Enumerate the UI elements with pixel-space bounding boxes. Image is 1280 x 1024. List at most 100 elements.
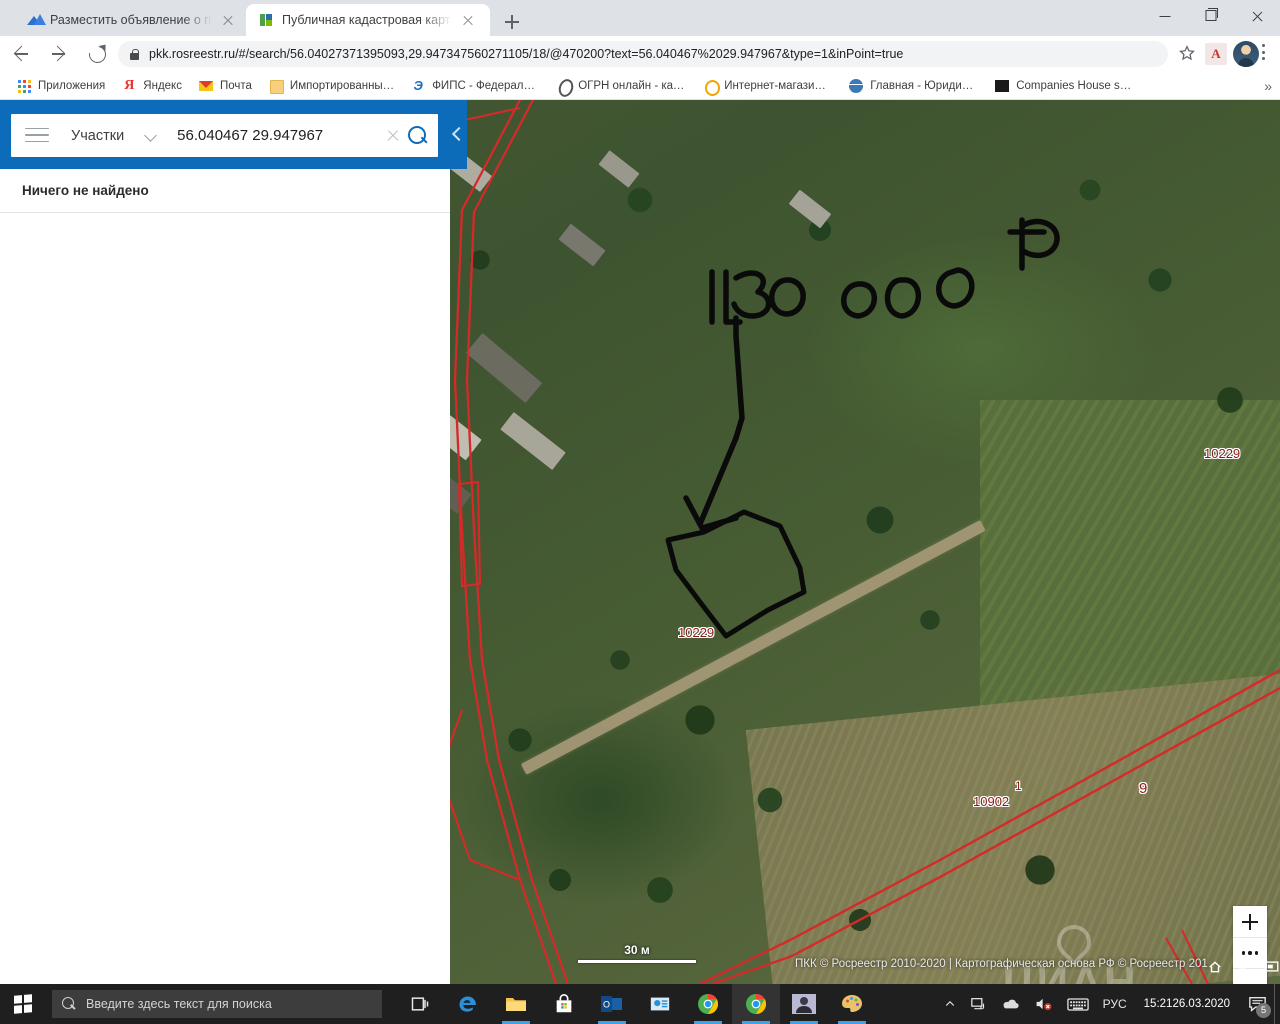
- window-controls: [1142, 0, 1280, 32]
- task-view-button[interactable]: [396, 984, 444, 1024]
- bookmark-imported[interactable]: Импортированны…: [260, 75, 402, 97]
- office-button[interactable]: [636, 984, 684, 1024]
- notification-center-button[interactable]: 5: [1240, 984, 1274, 1024]
- map-corner-icons: [1208, 960, 1279, 974]
- clear-search-icon[interactable]: [382, 125, 404, 147]
- bookmark-label: Яндекс: [143, 79, 182, 92]
- browser-window: Разместить объявление о прод Публичная к…: [0, 0, 1280, 984]
- start-button[interactable]: [0, 984, 46, 1024]
- map-label: 10229: [1204, 446, 1241, 461]
- chrome-button[interactable]: [684, 984, 732, 1024]
- browser-tab-1[interactable]: Разместить объявление о прод: [14, 4, 244, 36]
- bookmark-star-icon[interactable]: [1178, 44, 1198, 64]
- tray-chevron-up-icon[interactable]: [937, 984, 963, 1024]
- bookmark-label: Главная - Юридич…: [870, 79, 979, 92]
- bookmark-mail[interactable]: Почта: [190, 75, 260, 97]
- zoom-in-button[interactable]: [1233, 906, 1267, 937]
- user-photo-button[interactable]: [780, 984, 828, 1024]
- bookmark-main[interactable]: Главная - Юридич…: [840, 75, 986, 97]
- edge-button[interactable]: [444, 984, 492, 1024]
- close-window-button[interactable]: [1234, 0, 1280, 32]
- bookmarks-overflow-button[interactable]: »: [1264, 78, 1272, 94]
- globe-icon: [848, 78, 864, 94]
- menu-hamburger-icon[interactable]: [25, 127, 49, 144]
- maximize-button[interactable]: [1188, 0, 1234, 32]
- locate-icon[interactable]: [1236, 960, 1250, 974]
- bookmark-apps[interactable]: Приложения: [8, 75, 113, 97]
- browser-menu-icon[interactable]: [1262, 44, 1266, 64]
- new-tab-button[interactable]: [498, 8, 526, 36]
- taskbar-apps: O: [396, 984, 876, 1024]
- companies-house-icon: [994, 78, 1010, 94]
- map-attribution: ПКК © Росреестр 2010-2020 | Картографиче…: [795, 958, 1208, 970]
- show-desktop-button[interactable]: [1274, 984, 1280, 1024]
- close-tab-icon[interactable]: [220, 12, 236, 28]
- bookmark-label: Companies House s…: [1016, 79, 1132, 92]
- reload-button[interactable]: [80, 37, 114, 71]
- microsoft-store-button[interactable]: [540, 984, 588, 1024]
- microsoft-store-icon: [556, 994, 572, 1013]
- collapse-panel-button[interactable]: [450, 100, 467, 169]
- language-label: РУС: [1102, 997, 1127, 1011]
- home-icon[interactable]: [1208, 960, 1222, 974]
- notification-badge: 5: [1256, 1003, 1271, 1018]
- search-box[interactable]: Участки: [11, 114, 438, 157]
- url-text: pkk.rosreestr.ru/#/search/56.04027371395…: [149, 47, 904, 61]
- tab-strip: Разместить объявление о прод Публичная к…: [0, 0, 1280, 36]
- profile-avatar[interactable]: [1233, 41, 1259, 67]
- network-icon[interactable]: [963, 984, 994, 1024]
- keyboard-icon[interactable]: [1060, 984, 1096, 1024]
- onedrive-icon[interactable]: [994, 984, 1027, 1024]
- bookmark-shop[interactable]: Интернет-магазин…: [694, 75, 840, 97]
- search-result-message: Ничего не найдено: [0, 169, 450, 213]
- clock-date: 26.03.2020: [1172, 997, 1230, 1010]
- browser-tab-2[interactable]: Публичная кадастровая карта: [246, 4, 490, 36]
- search-icon[interactable]: [404, 124, 438, 148]
- chrome-active-button[interactable]: [732, 984, 780, 1024]
- ogrn-icon: [556, 78, 572, 94]
- back-button[interactable]: [4, 37, 38, 71]
- scale-line: [578, 960, 696, 963]
- chevron-down-icon[interactable]: [146, 130, 157, 141]
- bookmark-companies-house[interactable]: Companies House s…: [986, 75, 1139, 97]
- bookmark-fips[interactable]: Э ФИПС - Федераль…: [402, 75, 548, 97]
- bookmark-label: ОГРН онлайн - кат…: [578, 79, 687, 92]
- shop-icon: [702, 78, 721, 96]
- minimize-button[interactable]: [1142, 0, 1188, 32]
- bookmark-ogrn[interactable]: ОГРН онлайн - кат…: [548, 75, 694, 97]
- clock[interactable]: 15:21 26.03.2020: [1134, 984, 1240, 1024]
- system-tray: РУС 15:21 26.03.2020 5: [937, 984, 1280, 1024]
- volume-muted-icon[interactable]: [1027, 984, 1060, 1024]
- rosreestr-icon: [258, 12, 274, 28]
- outlook-icon: O: [601, 996, 622, 1012]
- task-view-icon: [411, 997, 429, 1011]
- language-indicator[interactable]: РУС: [1096, 984, 1134, 1024]
- paint-button[interactable]: [828, 984, 876, 1024]
- windows-logo-icon: [14, 994, 32, 1014]
- search-input[interactable]: [177, 127, 382, 144]
- chrome-active-icon: [746, 994, 766, 1014]
- search-panel: Участки Ничего не найдено: [0, 100, 467, 984]
- bookmark-label: Почта: [219, 79, 252, 92]
- user-photo-icon: [792, 994, 816, 1014]
- pdf-extension-icon[interactable]: A: [1205, 43, 1227, 65]
- layers-icon[interactable]: [1264, 960, 1279, 974]
- bookmark-yandex[interactable]: Я Яндекс: [113, 75, 190, 97]
- outlook-button[interactable]: O: [588, 984, 636, 1024]
- not-found-label: Ничего не найдено: [22, 183, 149, 198]
- address-bar[interactable]: pkk.rosreestr.ru/#/search/56.04027371395…: [118, 41, 1168, 67]
- search-category-label[interactable]: Участки: [71, 128, 124, 144]
- file-explorer-icon: [506, 998, 526, 1011]
- folder-icon: [268, 78, 284, 94]
- scale-label: 30 м: [624, 943, 650, 957]
- yandex-icon: Я: [124, 77, 135, 93]
- forward-button[interactable]: [42, 37, 76, 71]
- map-page: 10229 10229 10902 1 9 ЦИАН Участки 56.04…: [0, 100, 1280, 984]
- svg-text:O: O: [603, 1000, 610, 1010]
- close-tab-icon[interactable]: [460, 12, 476, 28]
- lock-icon: [128, 48, 141, 61]
- taskbar-search-box[interactable]: Введите здесь текст для поиска: [52, 990, 382, 1018]
- apps-grid-icon: [16, 78, 32, 94]
- file-explorer-button[interactable]: [492, 984, 540, 1024]
- tab-title: Публичная кадастровая карта: [282, 13, 452, 27]
